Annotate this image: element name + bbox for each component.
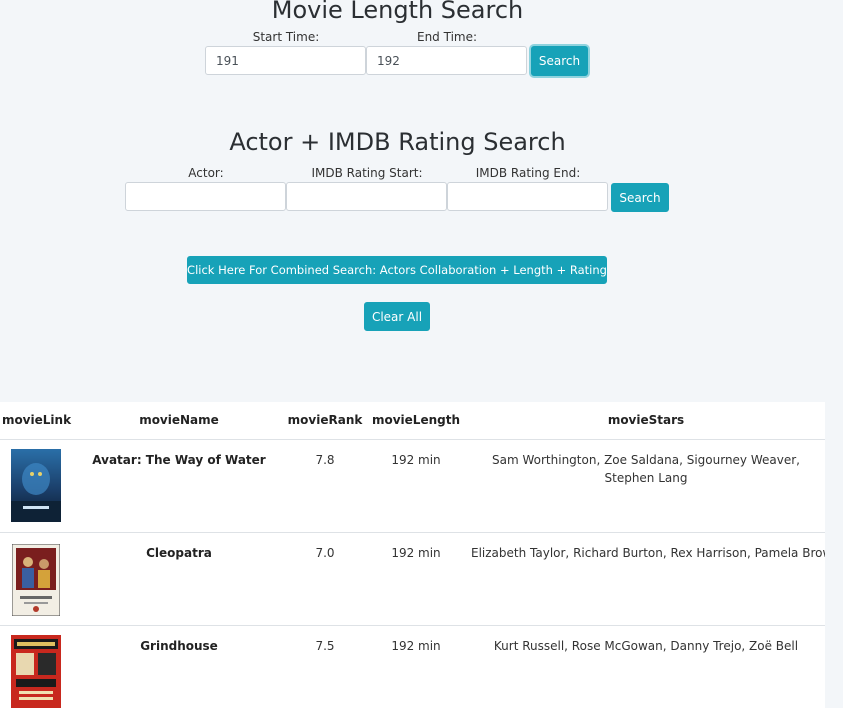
actor-search-button[interactable]: Search bbox=[611, 183, 669, 212]
grindhouse-poster-link[interactable] bbox=[11, 634, 61, 708]
actor-input[interactable] bbox=[125, 182, 286, 211]
clear-all-button[interactable]: Clear All bbox=[364, 302, 430, 331]
end-time-label: End Time: bbox=[416, 30, 478, 44]
actor-search-title: Actor + IMDB Rating Search bbox=[229, 128, 566, 156]
avatar-poster bbox=[11, 448, 61, 522]
cleopatra-poster-link[interactable] bbox=[12, 543, 60, 616]
table-header-row: movieLink movieName movieRank movieLengt… bbox=[0, 402, 825, 440]
grindhouse-poster bbox=[11, 634, 61, 708]
results-table: movieLink movieName movieRank movieLengt… bbox=[0, 402, 825, 708]
length-search-title: Movie Length Search bbox=[271, 0, 524, 24]
movie-length: 192 min bbox=[365, 532, 467, 626]
cleopatra-poster bbox=[12, 543, 60, 616]
movie-name: Grindhouse bbox=[73, 625, 285, 708]
rating-end-input[interactable] bbox=[447, 182, 608, 211]
movie-name: Avatar: The Way of Water bbox=[73, 439, 285, 533]
header-movie-rank: movieRank bbox=[285, 402, 365, 440]
header-movie-length: movieLength bbox=[365, 402, 467, 440]
header-movie-stars: movieStars bbox=[467, 402, 825, 440]
movie-stars: Kurt Russell, Rose McGowan, Danny Trejo,… bbox=[467, 625, 825, 708]
rating-end-label: IMDB Rating End: bbox=[475, 166, 581, 180]
start-time-input[interactable] bbox=[205, 46, 366, 75]
page: Movie Length Search Start Time: End Time… bbox=[0, 0, 843, 708]
length-search-button[interactable]: Search bbox=[531, 46, 588, 76]
header-movie-link: movieLink bbox=[0, 402, 73, 440]
table-row: Grindhouse 7.5 192 min Kurt Russell, Ros… bbox=[0, 625, 825, 708]
rating-start-input[interactable] bbox=[286, 182, 447, 211]
table-row: Cleopatra 7.0 192 min Elizabeth Taylor, … bbox=[0, 532, 825, 626]
end-time-input[interactable] bbox=[366, 46, 527, 75]
movie-name: Cleopatra bbox=[73, 532, 285, 626]
movie-stars: Sam Worthington, Zoe Saldana, Sigourney … bbox=[467, 439, 825, 533]
movie-length: 192 min bbox=[365, 439, 467, 533]
actor-label: Actor: bbox=[188, 166, 224, 180]
movie-rank: 7.5 bbox=[285, 625, 365, 708]
rating-start-label: IMDB Rating Start: bbox=[311, 166, 423, 180]
movie-rank: 7.8 bbox=[285, 439, 365, 533]
header-movie-name: movieName bbox=[73, 402, 285, 440]
movie-length: 192 min bbox=[365, 625, 467, 708]
movie-rank: 7.0 bbox=[285, 532, 365, 626]
start-time-label: Start Time: bbox=[252, 30, 320, 44]
combined-search-button[interactable]: Click Here For Combined Search: Actors C… bbox=[187, 256, 607, 284]
avatar-poster-link[interactable] bbox=[11, 448, 61, 522]
table-row: Avatar: The Way of Water 7.8 192 min Sam… bbox=[0, 439, 825, 533]
movie-stars: Elizabeth Taylor, Richard Burton, Rex Ha… bbox=[467, 532, 825, 626]
